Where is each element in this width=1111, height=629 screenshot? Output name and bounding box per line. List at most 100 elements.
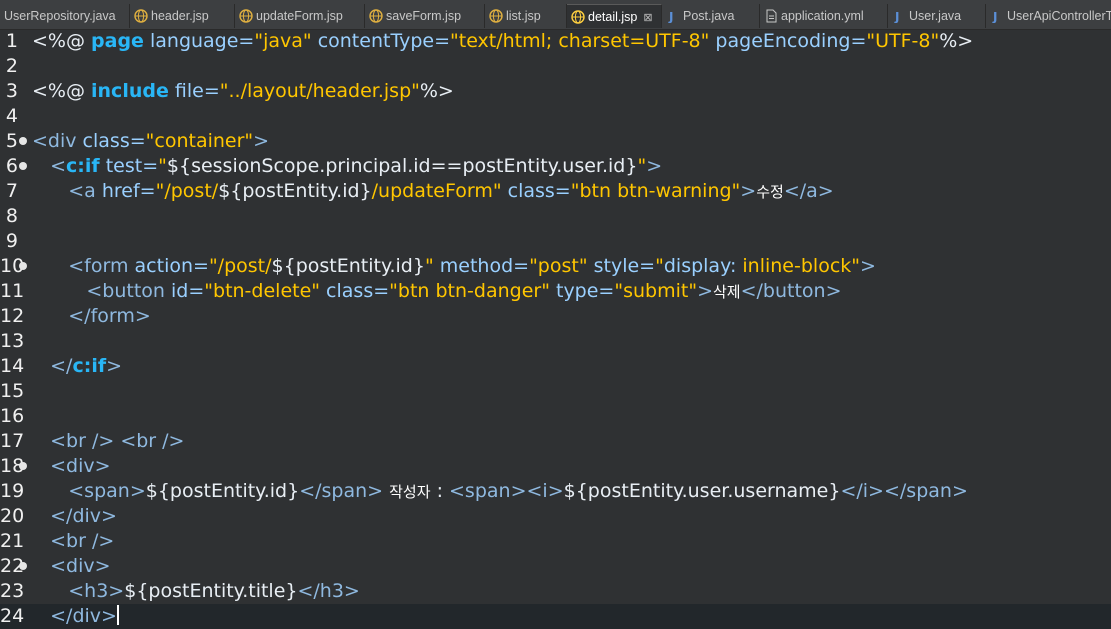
code-token: <%@ [32, 30, 92, 52]
code-line[interactable]: 6 <c:if test="${sessionScope.principal.i… [0, 154, 1111, 179]
code-token: "text/html; charset=UTF-8" [450, 30, 710, 52]
code-text: <%@ page language="java" contentType="te… [32, 29, 973, 54]
line-number: 17 [0, 430, 25, 452]
code-line[interactable]: 20 </div> [0, 504, 1111, 529]
code-token: "btn btn-warning" [570, 180, 741, 202]
tab-saveform-jsp[interactable]: saveForm.jsp [365, 4, 485, 28]
fold-toggle-icon[interactable] [19, 262, 27, 270]
code-token: <span> [68, 480, 146, 502]
tab-post-java[interactable]: J Post.java [662, 4, 760, 28]
code-line[interactable]: 3 <%@ include file="../layout/header.jsp"… [0, 79, 1111, 104]
code-line[interactable]: 10 <form action="/post/${postEntity.id}"… [0, 254, 1111, 279]
code-editor[interactable]: 1 <%@ page language="java" contentType="t… [0, 29, 1111, 629]
code-token: /updateForm" [371, 180, 502, 202]
tab-header-jsp[interactable]: header.jsp [130, 4, 235, 28]
code-line[interactable]: 16 [0, 404, 1111, 429]
tab-label: list.jsp [506, 9, 541, 23]
code-token: class= [501, 180, 571, 202]
line-number: 18 [0, 455, 25, 477]
java-file-icon: J [894, 10, 899, 23]
line-number: 8 [5, 205, 18, 227]
code-token: " [424, 255, 434, 277]
fold-toggle-icon[interactable] [19, 462, 27, 470]
code-line[interactable]: 15 [0, 379, 1111, 404]
code-line[interactable]: 18 <div> [0, 454, 1111, 479]
line-number: 2 [5, 55, 18, 77]
svg-text:J: J [894, 10, 899, 23]
line-number: 14 [0, 355, 25, 377]
tab-application-yml[interactable]: application.yml [760, 4, 888, 28]
code-token: > [646, 155, 663, 177]
code-token: <button [86, 280, 165, 302]
tab-detail-jsp[interactable]: detail.jsp ⊠ [567, 4, 662, 28]
line-number: 5 [5, 130, 18, 152]
tab-label: detail.jsp [588, 10, 638, 24]
code-token: file= [168, 80, 220, 102]
tab-label: User.java [909, 9, 962, 23]
code-token: > [740, 180, 757, 202]
tab-updateform-jsp[interactable]: updateForm.jsp [235, 4, 365, 28]
code-token: "btn-delete" [204, 280, 321, 302]
tab-userapicontrollertest-java[interactable]: J UserApiControllerTe [986, 4, 1111, 28]
code-token: %> [939, 30, 974, 52]
code-token: ${postEntity.id} [145, 480, 300, 502]
code-line[interactable]: 19 <span>${postEntity.id}</span> 작성자 : <… [0, 479, 1111, 504]
code-token: c:if [66, 155, 100, 177]
code-line[interactable]: 9 [0, 229, 1111, 254]
fold-toggle-icon[interactable] [19, 562, 27, 570]
code-line[interactable]: 23 <h3>${postEntity.title}</h3> [0, 579, 1111, 604]
code-token: style= [587, 255, 656, 277]
code-token: < [50, 155, 67, 177]
code-line[interactable]: 14 </c:if> [0, 354, 1111, 379]
code-line[interactable]: 2 [0, 54, 1111, 79]
code-token: <form [68, 255, 129, 277]
code-line[interactable]: 12 </form> [0, 304, 1111, 329]
code-line[interactable]: 13 [0, 329, 1111, 354]
code-line[interactable]: 7 <a href="/post/${postEntity.id}/update… [0, 179, 1111, 204]
code-token: " [655, 255, 664, 277]
code-token: "/post/ [208, 255, 272, 277]
code-line[interactable]: 21 <br /> [0, 529, 1111, 554]
code-token: class= [320, 280, 390, 302]
code-token: </ [50, 355, 73, 377]
code-line[interactable]: 24 </div> [0, 604, 1111, 629]
code-line[interactable]: 8 [0, 204, 1111, 229]
code-token: </form> [68, 305, 151, 327]
svg-text:J: J [992, 10, 997, 23]
code-token: </button> [740, 280, 842, 302]
code-token: contentType= [311, 30, 450, 52]
tab-user-java[interactable]: J User.java [888, 4, 986, 28]
jsp-file-icon [489, 9, 503, 23]
code-line[interactable]: 22 <div> [0, 554, 1111, 579]
tab-label: UserApiControllerTe [1007, 9, 1111, 23]
code-line[interactable]: 11 <button id="btn-delete" class="btn bt… [0, 279, 1111, 304]
code-token: 작성자 [389, 483, 431, 501]
code-token: : [430, 480, 450, 502]
tab-label: updateForm.jsp [256, 9, 343, 23]
code-token: 수정 [756, 183, 784, 201]
line-number: 9 [5, 230, 18, 252]
code-token: <span><i> [449, 480, 564, 502]
code-token: ${postEntity.user.username} [563, 480, 841, 502]
code-line[interactable]: 1 <%@ page language="java" contentType="t… [0, 29, 1111, 54]
code-token: test= [99, 155, 159, 177]
fold-toggle-icon[interactable] [19, 162, 27, 170]
fold-toggle-icon[interactable] [19, 137, 27, 145]
line-number: 12 [0, 305, 25, 327]
tab-list-jsp[interactable]: list.jsp [485, 4, 567, 28]
code-token: href= [95, 180, 156, 202]
close-tab-icon[interactable]: ⊠ [643, 12, 652, 24]
code-line[interactable]: 17 <br /> <br /> [0, 429, 1111, 454]
line-number: 24 [0, 605, 25, 627]
code-token: method= [433, 255, 530, 277]
code-line[interactable]: 4 [0, 104, 1111, 129]
code-line[interactable]: 5 <div class="container"> [0, 129, 1111, 154]
tab-userrepository-java[interactable]: UserRepository.java [0, 4, 130, 28]
